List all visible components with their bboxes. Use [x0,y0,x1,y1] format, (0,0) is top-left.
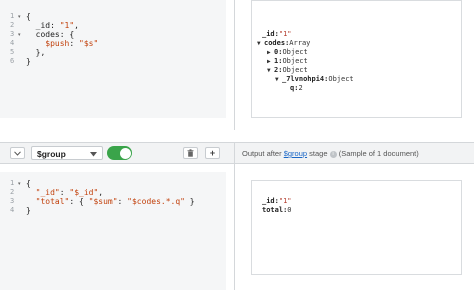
line-number: 2 [10,21,15,29]
bottom-stage-editor[interactable]: 1 ▾ {2 "_id": "$_id", 3 "total": { "$sum": … [0,172,226,290]
stage-toolbar: $group + Output after $group stage i (Sa… [0,143,474,163]
line-number: 3 [10,30,15,38]
code-line: }, [26,48,46,57]
field-value: "1" [278,30,292,38]
field-value: Object [282,57,308,65]
field-key: _id: [262,197,279,205]
code-line: $push: "$s" [45,39,99,48]
output-prefix: Output after [242,149,282,158]
field-key: codes: [264,39,290,47]
line-number: 3 [10,197,15,205]
line-number: 6 [10,57,15,65]
toolbar-vertical-divider [234,143,235,163]
result-field[interactable]: ▶ 1:Object [267,57,308,66]
fold-toggle-icon[interactable]: ▾ [18,180,21,189]
line-number: 4 [10,206,15,214]
field-key: _id: [262,30,279,38]
field-value: 2 [298,84,303,92]
stage-enable-toggle[interactable] [107,146,132,160]
code-line: } [26,57,31,66]
field-value: Object [282,48,308,56]
fold-toggle-icon[interactable]: ▾ [18,31,21,40]
field-value: "1" [278,197,292,205]
line-number: 2 [10,188,15,196]
bottom-result-card: _id:"1" total:0 [251,180,462,275]
output-stage-link[interactable]: $group [284,149,307,158]
result-field[interactable]: ▼ 2:Object [267,66,308,75]
code-line: "_id": "$_id", [35,188,104,197]
chevron-down-icon [14,150,21,156]
code-line: codes: { [26,30,75,39]
top-stage-editor[interactable]: 1 ▾{2 _id: "1", 3 ▾ codes: {4 $push: "$s" 5 … [0,0,226,118]
code-line: { [26,12,31,21]
expand-right-icon[interactable]: ▶ [267,48,274,57]
expand-down-icon[interactable]: ▼ [257,39,264,48]
field-key: _7lvnohpi4: [282,75,329,83]
code-line: { [26,179,31,188]
delete-stage-button[interactable] [183,147,198,159]
plus-icon: + [209,147,216,158]
fold-toggle-icon[interactable]: ▾ [18,13,21,22]
stage-operator-select[interactable]: $group [31,146,103,160]
field-value: 0 [287,206,292,214]
add-stage-button[interactable]: + [205,147,220,159]
line-number: 1 [10,12,15,20]
stage-toolbar-bottom-border [0,163,474,164]
result-field: _id:"1" [262,30,292,39]
result-field: total:0 [262,206,292,215]
line-number: 5 [10,48,15,56]
line-number: 1 [10,179,15,187]
field-value: Array [289,39,311,47]
top-result-card: _id:"1" ▼ codes:Array ▶ 0:Object ▶ 1:Object ▼ 2:… [251,0,462,118]
output-suffix: stage [309,149,328,158]
code-line: } [26,206,31,215]
bottom-vertical-divider [234,164,235,290]
select-caret-icon [90,152,97,157]
result-field: _id:"1" [262,197,292,206]
result-field[interactable]: ▶ 0:Object [267,48,308,57]
field-value: Object [328,75,354,83]
result-field[interactable]: ▼ codes:Array [257,39,310,48]
info-icon[interactable]: i [329,150,337,158]
top-vertical-divider [234,0,235,130]
trash-icon [187,149,194,157]
expand-down-icon[interactable]: ▼ [267,66,274,75]
toggle-knob [119,147,131,159]
output-after-label: Output after $group stage i (Sample of 1… [242,149,419,158]
stage-operator-value: $group [37,149,66,159]
field-key: total: [262,206,288,214]
collapse-stage-button[interactable] [10,147,25,159]
expand-down-icon[interactable]: ▼ [275,75,282,84]
result-field[interactable]: ▼ _7lvnohpi4:Object [275,75,354,84]
line-number: 4 [10,39,15,47]
code-line: "total": { "$sum": "$codes.*.q" } [35,197,195,206]
output-sample-label: (Sample of 1 document) [338,149,419,158]
code-line: _id: "1", [26,21,79,30]
field-value: Object [282,66,308,74]
result-field: q:2 [290,84,303,93]
expand-right-icon[interactable]: ▶ [267,57,274,66]
